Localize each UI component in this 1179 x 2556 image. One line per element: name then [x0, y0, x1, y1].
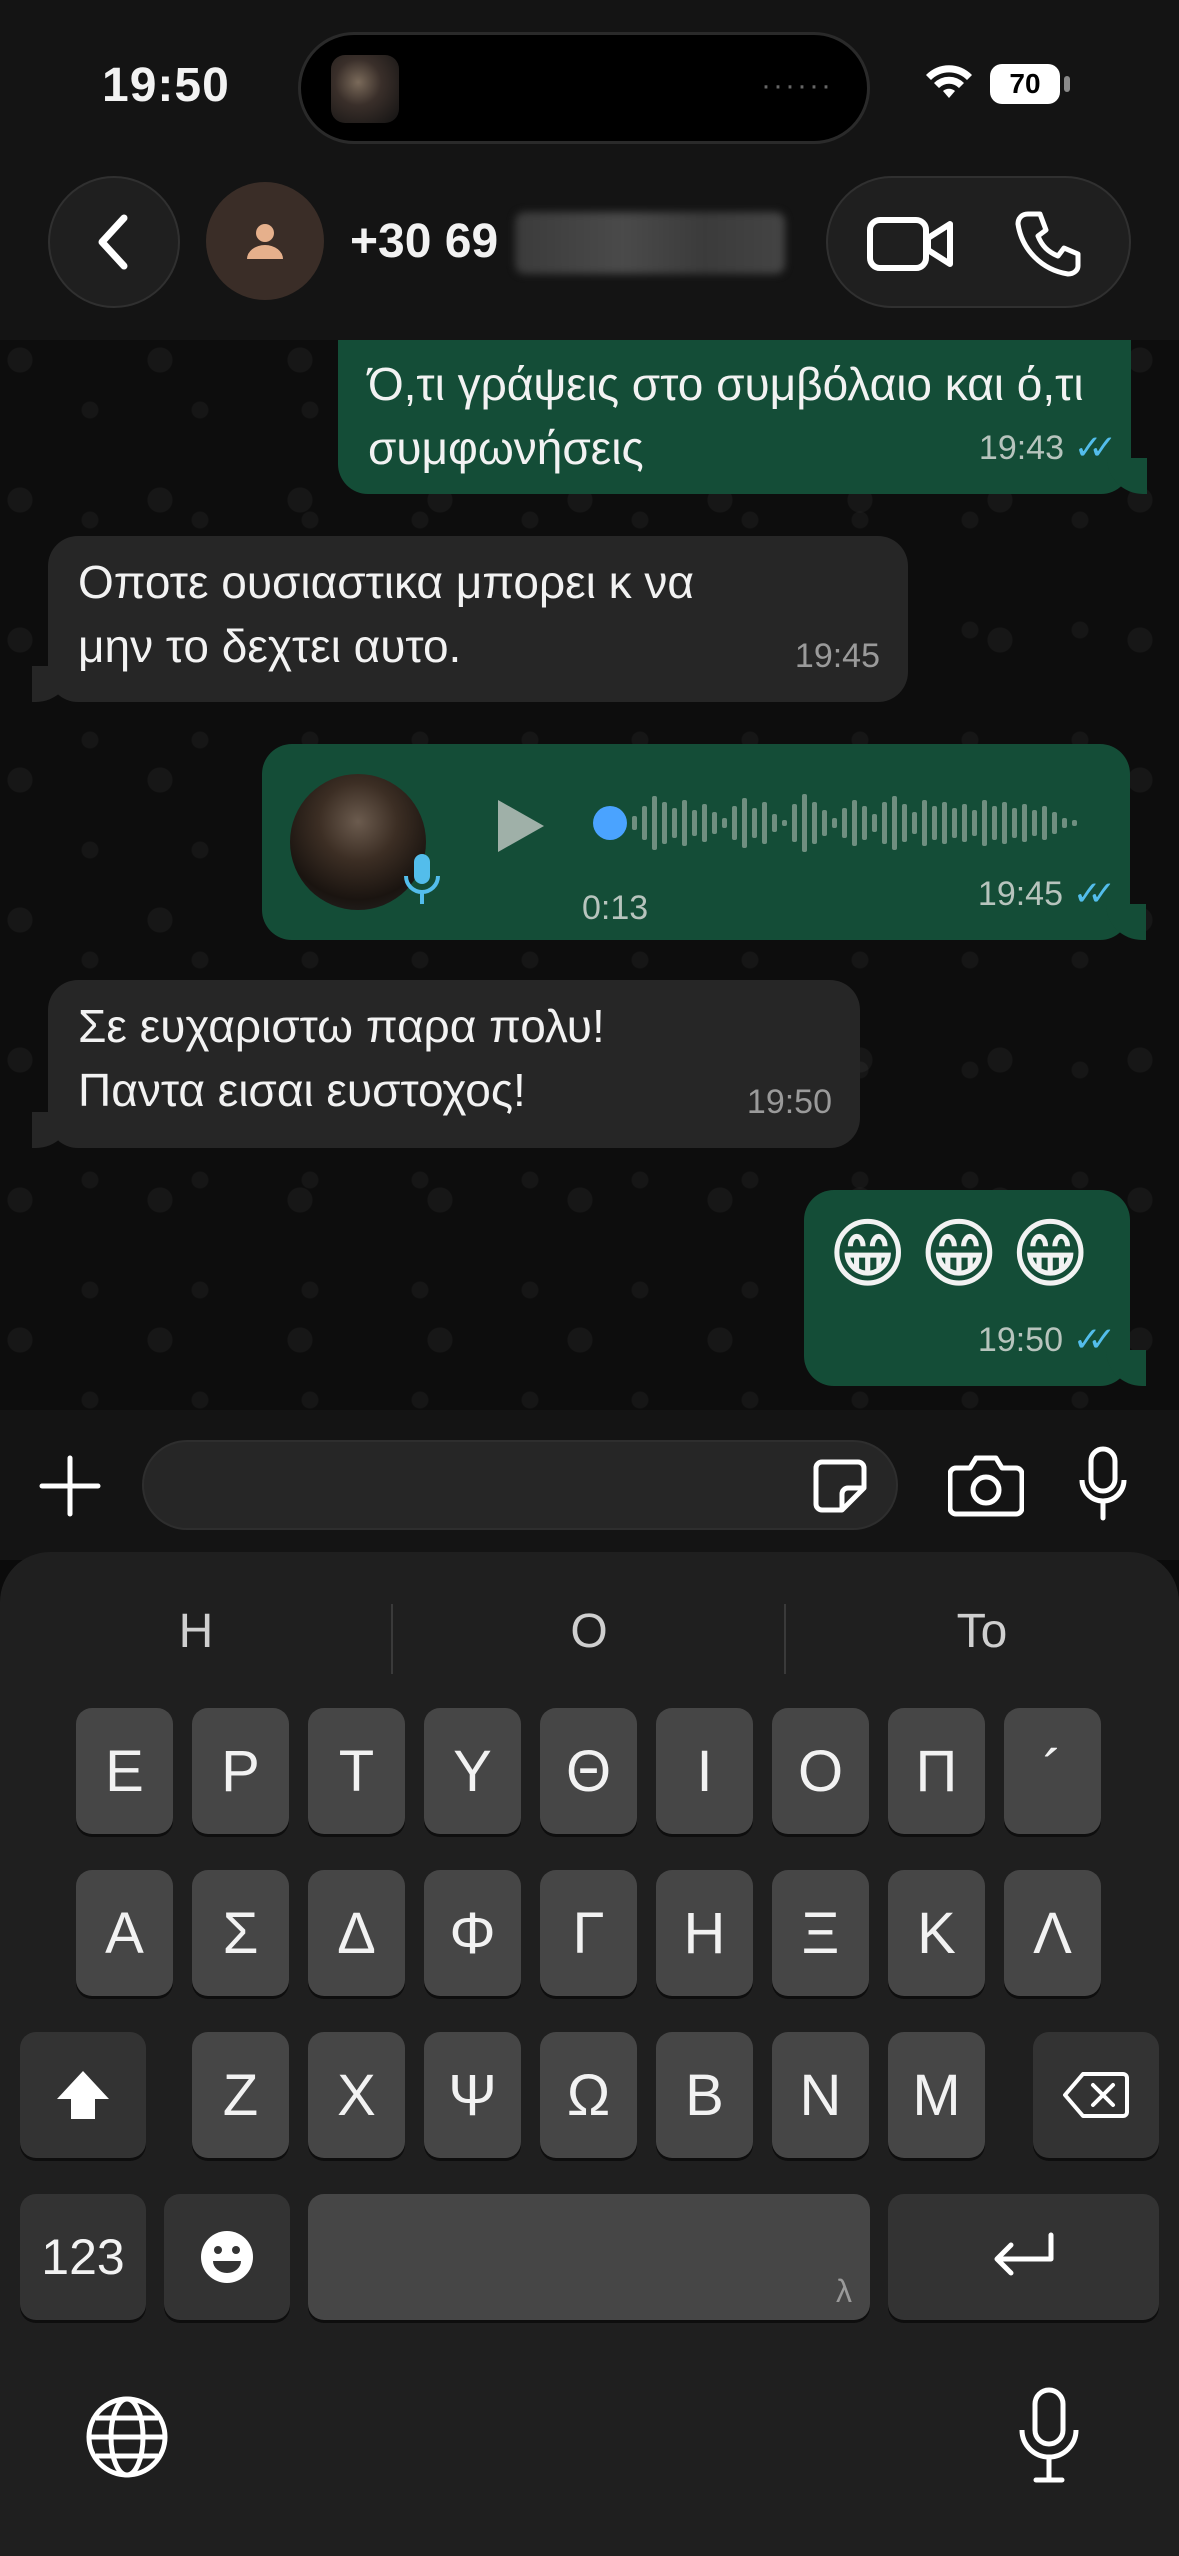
back-icon — [98, 214, 128, 270]
composer-bar — [0, 1410, 1179, 1560]
read-ticks-icon: ✓✓ — [1073, 1321, 1116, 1359]
key-letter[interactable]: Ο — [772, 1708, 869, 1834]
contact-avatar[interactable] — [206, 182, 324, 300]
message-meta: 19:50 ✓✓ — [977, 1308, 1116, 1372]
numbers-key[interactable]: 123 — [20, 2194, 146, 2320]
camera-icon[interactable] — [948, 1450, 1024, 1520]
key-letter[interactable]: Χ — [308, 2032, 405, 2158]
suggestion-bar: Η Ο Το — [0, 1582, 1179, 1682]
key-letter[interactable]: Ψ — [424, 2032, 521, 2158]
sticker-icon[interactable] — [812, 1458, 868, 1514]
return-icon — [994, 2232, 1053, 2276]
key-letter[interactable]: Λ — [1004, 1870, 1101, 1996]
now-playing-thumbnail — [331, 55, 399, 123]
bubble-tail — [1106, 1350, 1146, 1386]
battery-indicator: 70 — [990, 64, 1060, 104]
space-hint: λ — [836, 2273, 852, 2309]
suggestion-2[interactable]: Ο — [393, 1582, 785, 1682]
key-letter[interactable]: Ξ — [772, 1870, 869, 1996]
suggestion-3[interactable]: Το — [786, 1582, 1178, 1682]
key-letter[interactable]: Κ — [888, 1870, 985, 1996]
message-meta: 19:43 ✓✓ — [978, 416, 1117, 480]
key-letter[interactable]: Υ — [424, 1708, 521, 1834]
key-letter[interactable]: Ε — [76, 1708, 173, 1834]
battery-cap — [1064, 76, 1070, 92]
bubble-tail — [1106, 904, 1146, 940]
bubble-tail — [32, 1112, 72, 1148]
person-icon — [247, 224, 283, 259]
message-list[interactable]: Ό,τι γράψεις στο συμβόλαιο και ό,τι συμφ… — [0, 340, 1179, 1410]
bubble-tail — [32, 666, 72, 702]
play-icon[interactable] — [490, 794, 550, 858]
message-meta: 19:45 — [795, 624, 880, 688]
message-text: Σε ευχαριστω παρα πολυ! Παντα εισαι ευστ… — [78, 1000, 605, 1116]
key-letter[interactable]: Τ — [308, 1708, 405, 1834]
key-letter[interactable]: Ζ — [192, 2032, 289, 2158]
emoji-message: 😁😁😁 — [828, 1212, 1102, 1297]
key-letter[interactable]: Φ — [424, 1870, 521, 1996]
emoji-icon — [201, 2231, 253, 2283]
return-key[interactable] — [888, 2194, 1159, 2320]
bubble-tail — [1107, 458, 1147, 494]
video-call-button[interactable] — [866, 214, 956, 274]
message-meta: 19:45 ✓✓ — [977, 862, 1116, 926]
message-bubble-outgoing[interactable]: Ό,τι γράψεις στο συμβόλαιο και ό,τι συμφ… — [338, 340, 1147, 494]
message-bubble-outgoing[interactable]: 😁😁😁 19:50 ✓✓ — [804, 1190, 1146, 1386]
status-time: 19:50 — [102, 59, 230, 112]
message-time: 19:50 — [977, 1321, 1064, 1359]
key-letter[interactable]: Ρ — [192, 1708, 289, 1834]
key-letter[interactable]: Β — [656, 2032, 753, 2158]
space-key[interactable]: λ — [308, 2194, 870, 2320]
key-letter[interactable]: Π — [888, 1708, 985, 1834]
backspace-key[interactable] — [1033, 2032, 1159, 2158]
key-letter[interactable]: Ω — [540, 2032, 637, 2158]
suggestion-1[interactable]: Η — [0, 1582, 392, 1682]
dynamic-island[interactable]: ······ — [298, 32, 870, 144]
key-letter[interactable]: Ν — [772, 2032, 869, 2158]
message-meta: 19:50 — [747, 1070, 832, 1134]
message-bubble-incoming[interactable]: Οποτε ουσιαστικα μπορει κ να μην το δεχτ… — [32, 536, 908, 702]
redacted-number — [515, 212, 785, 274]
key-letter[interactable]: Α — [76, 1870, 173, 1996]
shift-icon — [57, 2071, 109, 2119]
back-button[interactable] — [48, 176, 180, 308]
contact-name[interactable]: +30 69 — [350, 214, 498, 269]
status-bar: 19:50 ······ 70 — [0, 0, 1179, 170]
shift-key[interactable] — [20, 2032, 146, 2158]
mic-icon[interactable] — [1078, 1446, 1128, 1522]
emoji-key[interactable] — [164, 2194, 290, 2320]
attach-plus-button[interactable] — [38, 1454, 102, 1518]
key-accent[interactable]: ´ — [1004, 1708, 1101, 1834]
key-letter[interactable]: Θ — [540, 1708, 637, 1834]
wifi-icon — [926, 65, 972, 98]
key-letter[interactable]: Δ — [308, 1870, 405, 1996]
whatsapp-chat-screen: 19:50 ······ 70 +30 69 Ό,τι γράψεις στο … — [0, 0, 1179, 2556]
voice-call-button[interactable] — [1014, 208, 1084, 278]
chat-header: +30 69 — [0, 170, 1179, 340]
message-time: 19:50 — [746, 1083, 832, 1121]
audio-waveform[interactable] — [592, 788, 1092, 858]
key-letter[interactable]: Γ — [540, 1870, 637, 1996]
call-actions — [826, 176, 1131, 308]
globe-icon[interactable] — [82, 2392, 172, 2482]
key-letter[interactable]: Ι — [656, 1708, 753, 1834]
keyboard: Η Ο Το Ε Ρ Τ Υ Θ Ι Ο Π ´ Α Σ Δ Φ Γ Η Ξ Κ… — [0, 1552, 1179, 2556]
voice-message-bubble[interactable]: 0:13 19:45 ✓✓ — [262, 744, 1146, 940]
read-ticks-icon: ✓✓ — [1073, 875, 1116, 913]
voice-duration: 0:13 — [582, 889, 649, 927]
message-time: 19:43 — [978, 429, 1065, 467]
key-letter[interactable]: Σ — [192, 1870, 289, 1996]
key-letter[interactable]: Μ — [888, 2032, 985, 2158]
message-input[interactable] — [142, 1440, 898, 1530]
message-bubble-incoming[interactable]: Σε ευχαριστω παρα πολυ! Παντα εισαι ευστ… — [32, 980, 860, 1148]
message-text: Οποτε ουσιαστικα μπορει κ να μην το δεχτ… — [78, 556, 695, 672]
read-ticks-icon: ✓✓ — [1074, 429, 1117, 467]
dictation-mic-icon[interactable] — [1014, 2386, 1084, 2486]
message-time: 19:45 — [794, 637, 880, 675]
message-time: 19:45 — [977, 875, 1064, 913]
backspace-icon — [1063, 2072, 1129, 2118]
key-letter[interactable]: Η — [656, 1870, 753, 1996]
mic-icon — [404, 854, 440, 904]
audio-indicator: ······ — [761, 69, 833, 102]
